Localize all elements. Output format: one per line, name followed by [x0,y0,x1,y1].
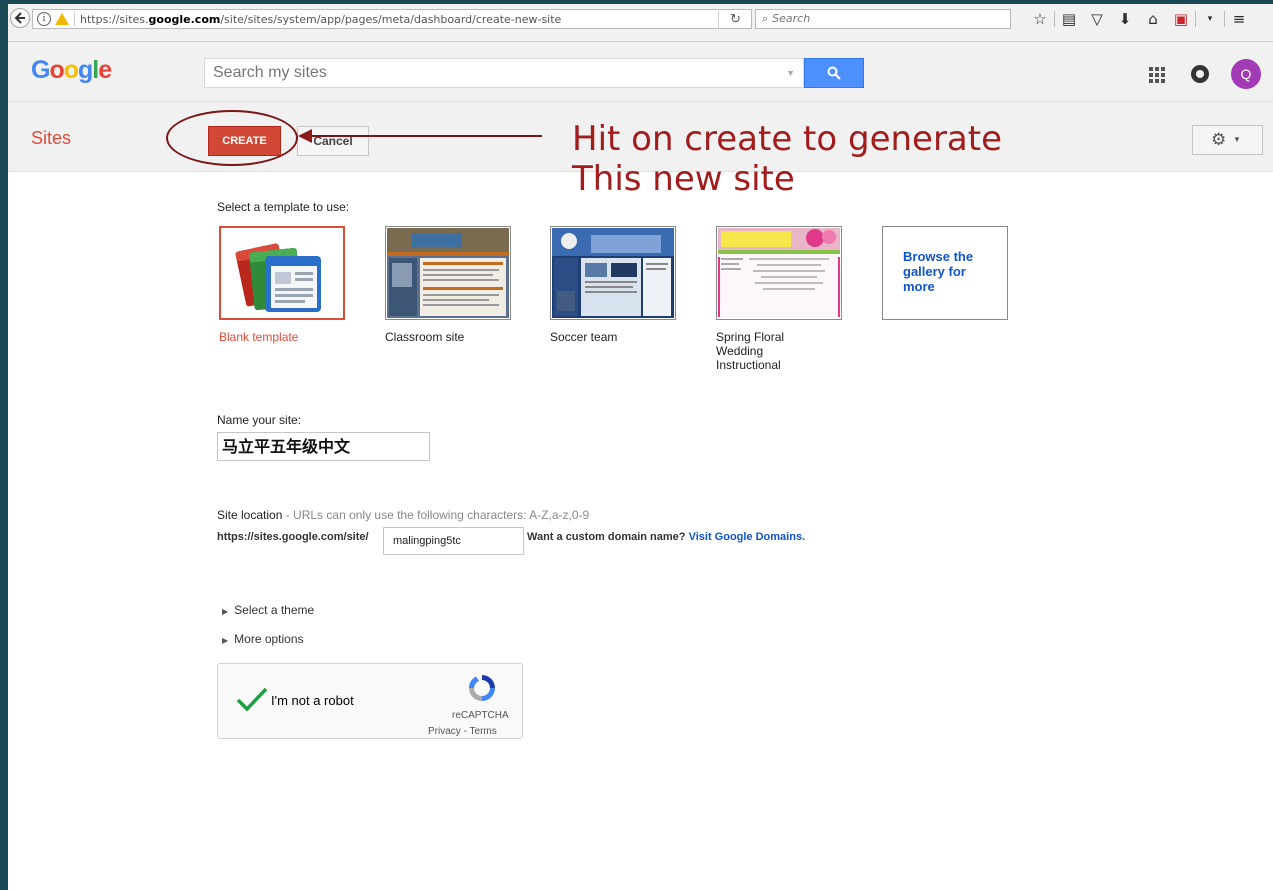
visit-google-domains-link[interactable]: Visit Google Domains. [689,531,806,543]
more-options-toggle[interactable]: ▶ More options [222,632,304,646]
info-icon[interactable]: i [37,12,51,26]
site-name-label: Name your site: [217,413,302,427]
triangle-right-icon: ▶ [222,636,229,645]
classroom-template-thumbnail [387,228,509,318]
custom-domain-prompt: Want a custom domain name? Visit Google … [527,531,805,543]
template-caption[interactable]: Classroom site [385,330,505,344]
recaptcha-links: Privacy - Terms [428,726,497,737]
url-path: /site/sites/system/app/pages/meta/dashbo… [220,12,562,26]
recaptcha-brand: reCAPTCHA [452,710,509,721]
chevron-down-icon: ▼ [1233,135,1241,144]
logo-letter: o [63,56,79,84]
blank-template-icon [235,243,321,312]
annotation-arrow-line [305,135,542,137]
annotation-line-1: Hit on create to generate [572,119,1003,159]
browser-toolbar: i https://sites.google.com/site/sites/sy… [8,4,1273,42]
chevron-down-icon[interactable]: ▼ [786,59,795,87]
site-name-input[interactable]: 马立平五年级中文 [217,432,430,461]
recaptcha-terms-link[interactable]: Terms [470,726,497,737]
google-logo[interactable]: Google [31,56,112,85]
recaptcha-privacy-link[interactable]: Privacy [428,726,461,737]
site-location-hint: - URLs can only use the following charac… [285,508,590,522]
annotation-line-2: This new site [572,159,795,199]
recaptcha-logo-icon [469,675,495,701]
template-soccer[interactable] [550,226,676,320]
browser-search-input[interactable]: ⌕ Search [755,9,1011,29]
template-heading: Select a template to use: [217,200,350,214]
browser-window: i https://sites.google.com/site/sites/sy… [8,4,1273,890]
search-button[interactable] [804,58,864,88]
url-separator [74,12,75,26]
addon-dropdown-icon[interactable]: ▾ [1196,14,1224,24]
browser-toolbar-icons: ☆ ▤ ▽ ⬇ ⌂ ▣ ▾ ≡ [1026,8,1253,30]
logo-letter: G [31,56,50,84]
recaptcha-label: I'm not a robot [271,693,354,708]
template-caption[interactable]: Blank template [219,330,339,344]
logo-letter: o [49,56,64,84]
apps-grid-icon[interactable] [1149,67,1165,83]
select-theme-label: Select a theme [234,603,315,617]
url-domain: google.com [148,12,221,26]
search-icon: ⌕ [762,12,769,25]
select-theme-toggle[interactable]: ▶ Select a theme [222,603,314,617]
notifications-icon[interactable] [1191,65,1209,83]
wedding-template-thumbnail [718,228,840,318]
browse-gallery-link[interactable]: Browse the gallery for more [903,249,993,294]
back-arrow-icon [14,12,25,24]
site-location-label: Site location - URLs can only use the fo… [217,508,589,522]
site-url-prefix: https://sites.google.com/site/ [217,531,369,543]
checkmark-icon[interactable] [236,686,268,712]
slide-frame-left [0,0,8,890]
custom-domain-question: Want a custom domain name? [527,531,686,543]
site-location-title: Site location [217,508,283,522]
gear-icon: ⚙ [1211,130,1227,150]
reading-list-icon[interactable]: ▤ [1055,10,1083,28]
triangle-right-icon: ▶ [222,607,229,616]
more-options-label: More options [234,632,304,646]
annotation-arrowhead [298,129,312,143]
search-placeholder: Search my sites [213,64,327,81]
template-caption[interactable]: Soccer team [550,330,670,344]
template-spring-floral-wedding[interactable] [716,226,842,320]
browser-search-placeholder: Search [772,12,811,25]
template-blank[interactable] [219,226,345,320]
url-prefix: https://sites. [80,12,149,26]
settings-button[interactable]: ⚙ ▼ [1192,125,1263,155]
logo-letter: e [98,56,112,84]
browse-gallery-tile[interactable]: Browse the gallery for more [882,226,1008,320]
url-bar[interactable]: i https://sites.google.com/site/sites/sy… [32,9,752,29]
home-icon[interactable]: ⌂ [1139,10,1167,28]
annotation-ellipse [166,110,298,166]
recaptcha-widget: I'm not a robot reCAPTCHA Privacy - Term… [217,663,523,739]
back-button[interactable] [10,8,30,28]
soccer-template-thumbnail [552,228,674,318]
site-url-input[interactable]: malingping5tc [383,527,524,555]
google-header: Google Search my sites ▼ Q [8,42,1273,102]
sites-title[interactable]: Sites [31,128,71,149]
search-my-sites-input[interactable]: Search my sites ▼ [204,58,804,88]
url-text: https://sites.google.com/site/sites/syst… [80,13,561,26]
pdf-addon-icon[interactable]: ▣ [1167,10,1195,28]
reload-icon[interactable]: ↻ [718,9,752,29]
avatar[interactable]: Q [1231,59,1261,89]
template-caption[interactable]: Spring Floral Wedding Instructional [716,330,816,372]
download-icon[interactable]: ⬇ [1111,10,1139,28]
search-icon [827,66,841,80]
template-classroom[interactable] [385,226,511,320]
mixed-content-warning-icon[interactable] [55,13,69,25]
annotation-text: Hit on create to generate This new site [572,119,1132,199]
logo-letter: g [78,56,93,84]
menu-icon[interactable]: ≡ [1225,10,1253,28]
bookmark-star-icon[interactable]: ☆ [1026,10,1054,28]
pocket-icon[interactable]: ▽ [1083,10,1111,28]
